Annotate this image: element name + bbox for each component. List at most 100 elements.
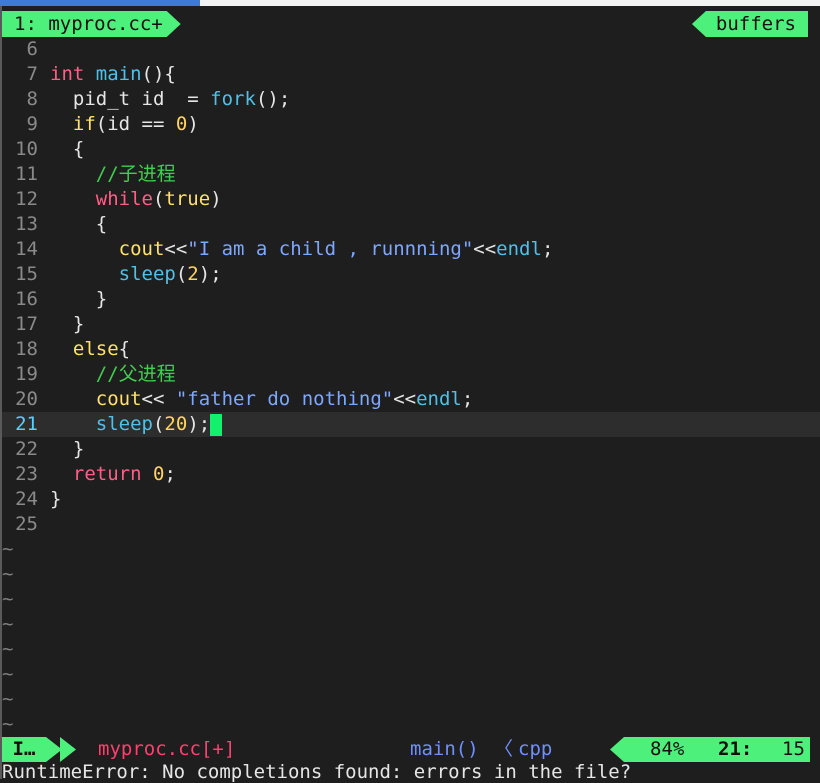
code-text: ; [164, 463, 176, 485]
empty-line-marker: ~ [2, 638, 14, 660]
line-number: 11 [15, 163, 38, 185]
status-filetype: cpp [518, 738, 553, 760]
command-line-message: RuntimeError: No completions found: erro… [2, 761, 632, 783]
comment: //父进程 [95, 363, 176, 385]
code-line: 23 return 0; [2, 462, 820, 487]
code-line: 22 } [2, 437, 820, 462]
code-text: } [50, 488, 62, 510]
string-literal: "I am a child , runnning" [187, 238, 474, 260]
number-literal: 20 [164, 413, 188, 435]
identifier: cout [95, 388, 142, 410]
keyword: while [95, 188, 153, 210]
code-line: 24} [2, 487, 820, 512]
identifier: cout [118, 238, 165, 260]
code-text: (id == [95, 113, 176, 135]
string-literal: "father do nothing" [175, 388, 394, 410]
code-text: ( [152, 413, 165, 435]
boolean-literal: true [164, 188, 211, 210]
line-number: 9 [26, 113, 38, 135]
code-text: ; [461, 388, 474, 410]
number-literal: 0 [152, 463, 165, 485]
line-number: 12 [15, 188, 38, 210]
line-number: 25 [15, 513, 38, 535]
line-number: 8 [26, 88, 38, 110]
keyword: else [72, 338, 119, 360]
code-line: 17 } [2, 312, 820, 337]
code-text: << [141, 388, 176, 410]
scroll-percent: 84% [650, 738, 685, 760]
number-literal: 2 [187, 263, 199, 285]
function-name: endl [496, 238, 542, 260]
line-number: 17 [15, 313, 38, 335]
status-filename: myproc.cc[+] [98, 738, 236, 760]
empty-line-marker: ~ [2, 588, 14, 610]
code-line: 16 } [2, 287, 820, 312]
keyword: if [72, 113, 96, 135]
code-text: ); [187, 413, 211, 435]
code-text: << [473, 238, 497, 260]
code-text: } [72, 438, 85, 460]
code-line: 7 int main(){ [2, 62, 820, 87]
code-text: ) [210, 188, 222, 210]
empty-line-marker: ~ [2, 688, 14, 710]
editor-area[interactable]: 6 7 int main(){ 8 pid_t id = fork(); 9 if… [2, 37, 820, 737]
empty-line-marker: ~ [2, 713, 14, 735]
code-line: 9 if(id == 0) [2, 112, 820, 137]
code-text: << [164, 238, 188, 260]
line-number: 21 [15, 413, 38, 435]
code-line: 6 [2, 37, 820, 62]
buffers-label[interactable]: buffers [691, 11, 808, 37]
code-line: 8 pid_t id = fork(); [2, 87, 820, 112]
empty-line-marker: ~ [2, 613, 14, 635]
line-number: 16 [15, 288, 38, 310]
line-number: 10 [15, 138, 38, 160]
code-text: << [393, 388, 417, 410]
cursor-line: 21: [718, 738, 753, 760]
current-line: 21 sleep(20); [2, 412, 820, 437]
empty-line-marker: ~ [2, 538, 14, 560]
code-text: { [72, 138, 85, 160]
status-position: 84% 21: 15 [610, 737, 810, 762]
code-line: 19 //父进程 [2, 362, 820, 387]
powerline-arrows-icon [46, 737, 78, 762]
line-number: 7 [26, 63, 38, 85]
window-top-accent [0, 0, 200, 6]
tab-myproc[interactable]: 1: myproc.cc+ [2, 11, 181, 37]
line-number: 13 [15, 213, 38, 235]
mode-indicator: I… [2, 737, 46, 762]
tabline: 1: myproc.cc+ buffers [2, 11, 820, 37]
function-name: sleep [95, 413, 153, 435]
comment: //子进程 [95, 163, 176, 185]
line-number: 18 [15, 338, 38, 360]
code-line: 12 while(true) [2, 187, 820, 212]
line-number: 20 [15, 388, 38, 410]
line-number: 6 [26, 38, 38, 60]
code-text: } [72, 313, 85, 335]
line-number: 14 [15, 238, 38, 260]
number-literal: 0 [175, 113, 188, 135]
code-text: ( [152, 188, 165, 210]
code-line: 11 //子进程 [2, 162, 820, 187]
code-text: ; [541, 238, 554, 260]
code-text: ) [187, 113, 199, 135]
function-name: sleep [118, 263, 176, 285]
line-number: 15 [15, 263, 38, 285]
code-text: (); [255, 88, 291, 110]
code-line: 15 sleep(2); [2, 262, 820, 287]
empty-line-marker: ~ [2, 563, 14, 585]
code-text: (){ [141, 63, 176, 85]
code-line: 25 [2, 512, 820, 537]
code-line: 20 cout<< "father do nothing"<<endl; [2, 387, 820, 412]
function-name: fork [210, 88, 256, 110]
code-text: ( [175, 263, 188, 285]
code-line: 14 cout<<"I am a child , runnning"<<endl… [2, 237, 820, 262]
cursor-column: 15 [782, 738, 805, 760]
code-text: pid_t id = [72, 88, 211, 110]
code-text: { [118, 338, 131, 360]
status-line: I… myproc.cc[+] main() 〈 cpp 84% 21: 15 [2, 737, 820, 762]
line-number: 23 [15, 463, 38, 485]
text-cursor [210, 413, 223, 436]
line-number: 22 [15, 438, 38, 460]
code-text: } [95, 288, 108, 310]
